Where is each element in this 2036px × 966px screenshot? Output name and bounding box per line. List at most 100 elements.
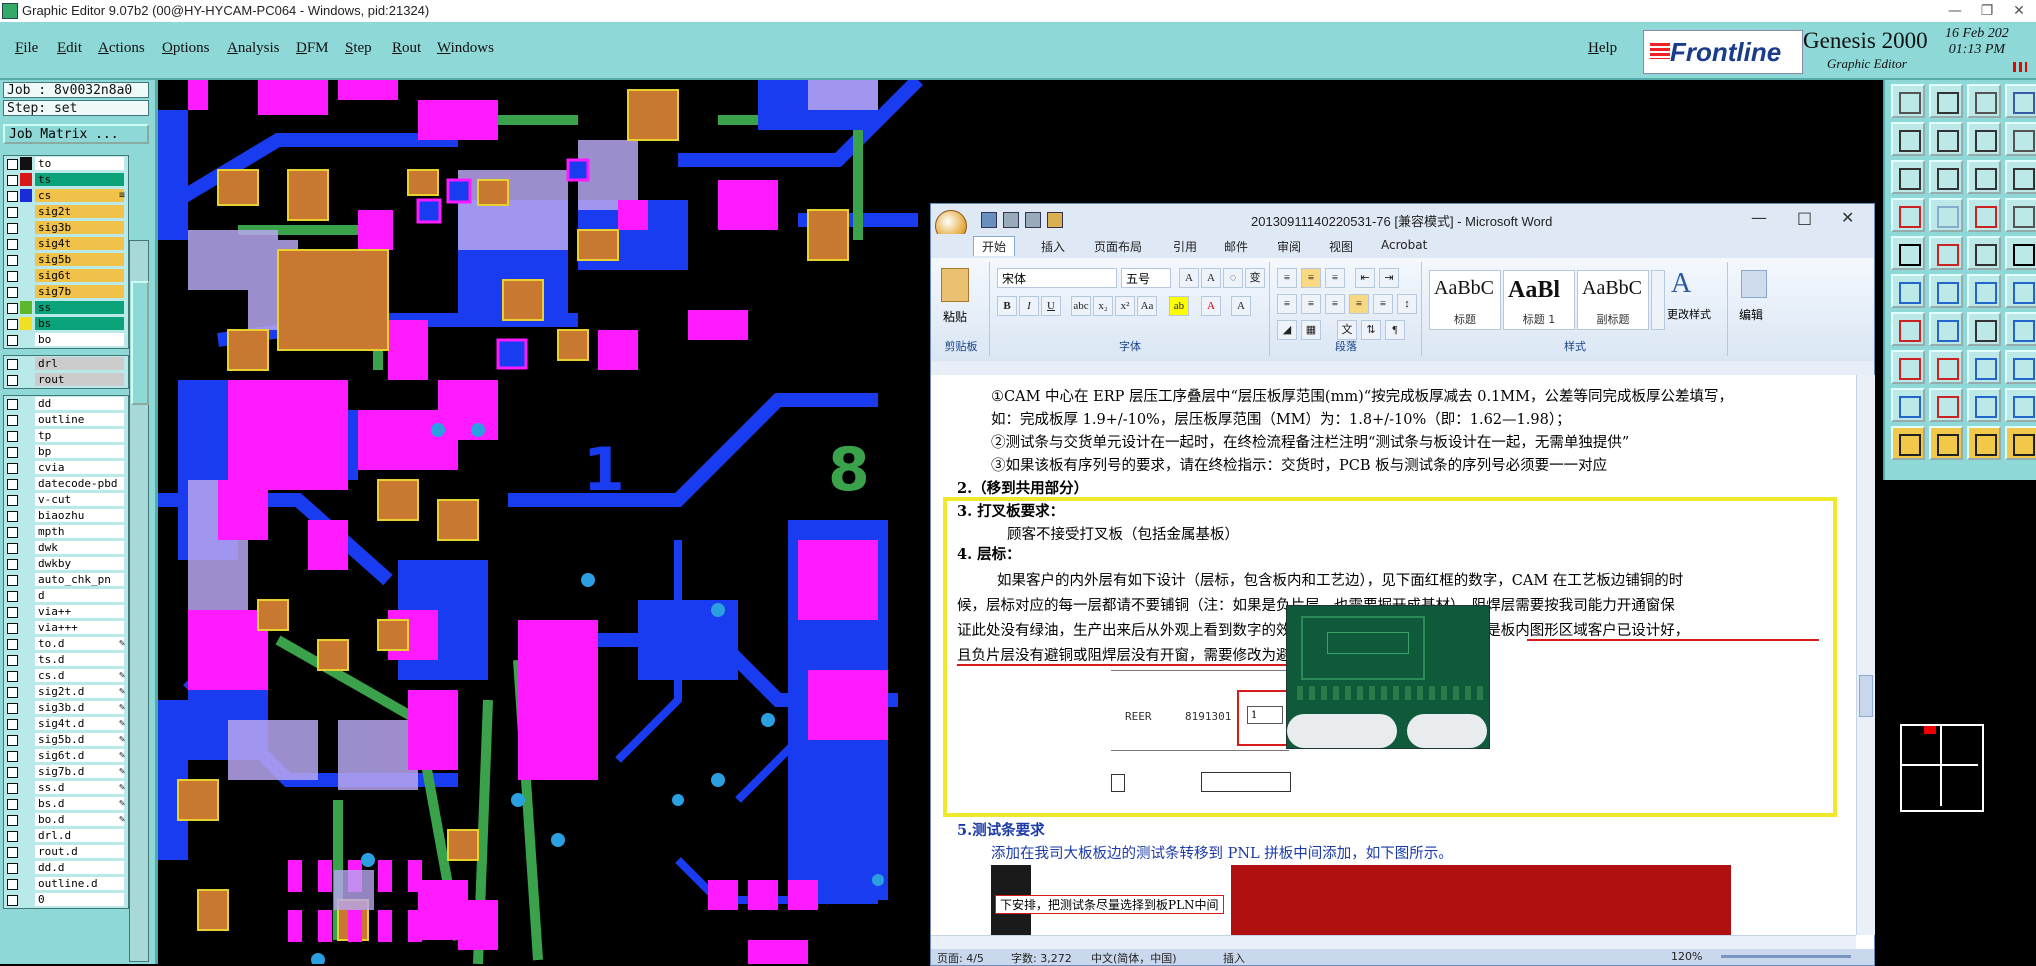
menu-dfm[interactable]: DFM <box>296 40 329 57</box>
layer-name[interactable]: rout.d <box>35 845 124 858</box>
layer-checkbox[interactable] <box>7 319 18 330</box>
dash-icon[interactable] <box>1929 350 1963 384</box>
layer-scrollbar[interactable] <box>129 240 149 962</box>
layer-checkbox[interactable] <box>7 687 18 698</box>
layer-checkbox[interactable] <box>7 191 18 202</box>
layer-row[interactable]: mpth <box>4 524 128 540</box>
triangle-select-icon[interactable] <box>1967 388 2001 422</box>
arc-icon[interactable] <box>1967 312 2001 346</box>
pointer-alt-icon[interactable] <box>2005 426 2036 460</box>
char-shading-icon[interactable]: A <box>1231 296 1251 316</box>
layer-row[interactable]: dwkby <box>4 556 128 572</box>
menu-analysis[interactable]: Analysis <box>227 40 280 57</box>
change-styles-label[interactable]: 更改样式 <box>1667 306 1711 322</box>
layer-row[interactable]: to <box>4 156 128 172</box>
layer-row[interactable]: ts.d <box>4 652 128 668</box>
layer-row[interactable]: sig7b <box>4 284 128 300</box>
layer-name[interactable]: ts <box>35 173 124 186</box>
open-job-icon[interactable] <box>1891 84 1925 118</box>
layer-row[interactable]: auto_chk_pn <box>4 572 128 588</box>
numbering-icon[interactable]: ≡ <box>1301 268 1321 288</box>
font-color-icon[interactable]: A <box>1201 296 1221 316</box>
layer-checkbox[interactable] <box>7 303 18 314</box>
change-case-icon[interactable]: Aa <box>1137 296 1157 316</box>
home-icon[interactable] <box>1967 84 2001 118</box>
slash-icon[interactable] <box>1929 312 1963 346</box>
layer-row[interactable]: dwk <box>4 540 128 556</box>
snap-left-icon[interactable] <box>1891 122 1925 156</box>
asian-layout-icon[interactable]: 文 <box>1337 320 1357 340</box>
layer-checkbox[interactable] <box>7 527 18 538</box>
undo-icon[interactable] <box>1003 212 1019 228</box>
layer-row[interactable]: sig5b.d ✎ <box>4 732 128 748</box>
tab-page-layout[interactable]: 页面布局 <box>1094 238 1142 255</box>
layer-checkbox[interactable] <box>7 655 18 666</box>
center-icon[interactable] <box>1929 160 1963 194</box>
layer-name[interactable]: sig6t.d <box>35 749 124 762</box>
layer-checkbox[interactable] <box>7 607 18 618</box>
layer-row[interactable]: v-cut <box>4 492 128 508</box>
layer-checkbox[interactable] <box>7 703 18 714</box>
layer-checkbox[interactable] <box>7 431 18 442</box>
layer-row[interactable]: sig4t <box>4 236 128 252</box>
layer-name[interactable]: sig5b <box>35 253 124 266</box>
layer-row[interactable]: sig3b <box>4 220 128 236</box>
layer-checkbox[interactable] <box>7 207 18 218</box>
shrink-font-icon[interactable]: A <box>1201 268 1221 288</box>
layer-row[interactable]: bo.d ✎ <box>4 812 128 828</box>
restore-icon[interactable]: ❐ <box>1972 2 2002 20</box>
layer-name[interactable]: auto_chk_pn <box>35 573 124 586</box>
tab-insert[interactable]: 插入 <box>1041 238 1065 255</box>
bold-icon[interactable]: B <box>997 296 1017 316</box>
layer-checkbox[interactable] <box>7 783 18 794</box>
triangle-alt-icon[interactable] <box>2005 388 2036 422</box>
layer-checkbox[interactable] <box>7 223 18 234</box>
layer-row[interactable]: sig2t <box>4 204 128 220</box>
layer-name[interactable]: via++ <box>35 605 124 618</box>
sort-icon[interactable]: ⇅ <box>1361 320 1381 340</box>
layer-name[interactable]: dd.d <box>35 861 124 874</box>
layer-row[interactable]: 0 <box>4 892 128 908</box>
layer-row[interactable]: rout.d <box>4 844 128 860</box>
paste-label[interactable]: 粘贴 <box>943 308 967 325</box>
pointer-icon[interactable] <box>1891 426 1925 460</box>
layer-checkbox[interactable] <box>7 863 18 874</box>
increase-indent-icon[interactable]: ⇥ <box>1379 268 1399 288</box>
bullets-icon[interactable]: ≡ <box>1277 268 1297 288</box>
layer-row[interactable]: datecode-pbd <box>4 476 128 492</box>
layer-checkbox[interactable] <box>7 335 18 346</box>
document-page[interactable]: ①CAM 中心在 ERP 层压工序叠层中“层压板厚范围(mm)“按完成板厚减去 … <box>931 375 1856 935</box>
layer-checkbox[interactable] <box>7 815 18 826</box>
menu-help[interactable]: Help <box>1588 40 1617 57</box>
layer-checkbox[interactable] <box>7 495 18 506</box>
grid-icon[interactable] <box>1929 198 1963 232</box>
layer-checkbox[interactable] <box>7 751 18 762</box>
square-icon[interactable] <box>1891 236 1925 270</box>
layer-row[interactable]: drl <box>4 356 128 372</box>
layer-row[interactable]: cs.d ✎ <box>4 668 128 684</box>
layer-row[interactable]: sig5b <box>4 252 128 268</box>
doc-vertical-scrollbar[interactable] <box>1856 375 1875 935</box>
layer-checkbox[interactable] <box>7 719 18 730</box>
align-left-icon[interactable]: ≡ <box>1277 294 1297 314</box>
layer-name[interactable]: ss.d <box>35 781 124 794</box>
layer-icon[interactable] <box>2005 160 2036 194</box>
word-close-icon[interactable]: ✕ <box>1841 208 1854 227</box>
tab-mailings[interactable]: 邮件 <box>1224 238 1248 255</box>
layer-name[interactable]: ss <box>35 301 124 314</box>
tab-references[interactable]: 引用 <box>1173 238 1197 255</box>
layer-checkbox[interactable] <box>7 639 18 650</box>
menu-step[interactable]: Step <box>345 40 372 57</box>
layer-name[interactable]: 0 <box>35 893 124 906</box>
shading-icon[interactable]: ◢ <box>1277 320 1297 340</box>
layer-checkbox[interactable] <box>7 359 18 370</box>
snap-right-icon[interactable] <box>1929 122 1963 156</box>
doc-scroll-thumb[interactable] <box>1859 675 1873 717</box>
layer-checkbox[interactable] <box>7 879 18 890</box>
ruler-icon[interactable] <box>1967 236 2001 270</box>
layer-checkbox[interactable] <box>7 255 18 266</box>
underline-icon[interactable]: U <box>1041 296 1061 316</box>
layer-row[interactable]: rout <box>4 372 128 388</box>
highlight-icon[interactable]: ab <box>1169 296 1189 316</box>
menu-rout[interactable]: Rout <box>392 40 421 57</box>
